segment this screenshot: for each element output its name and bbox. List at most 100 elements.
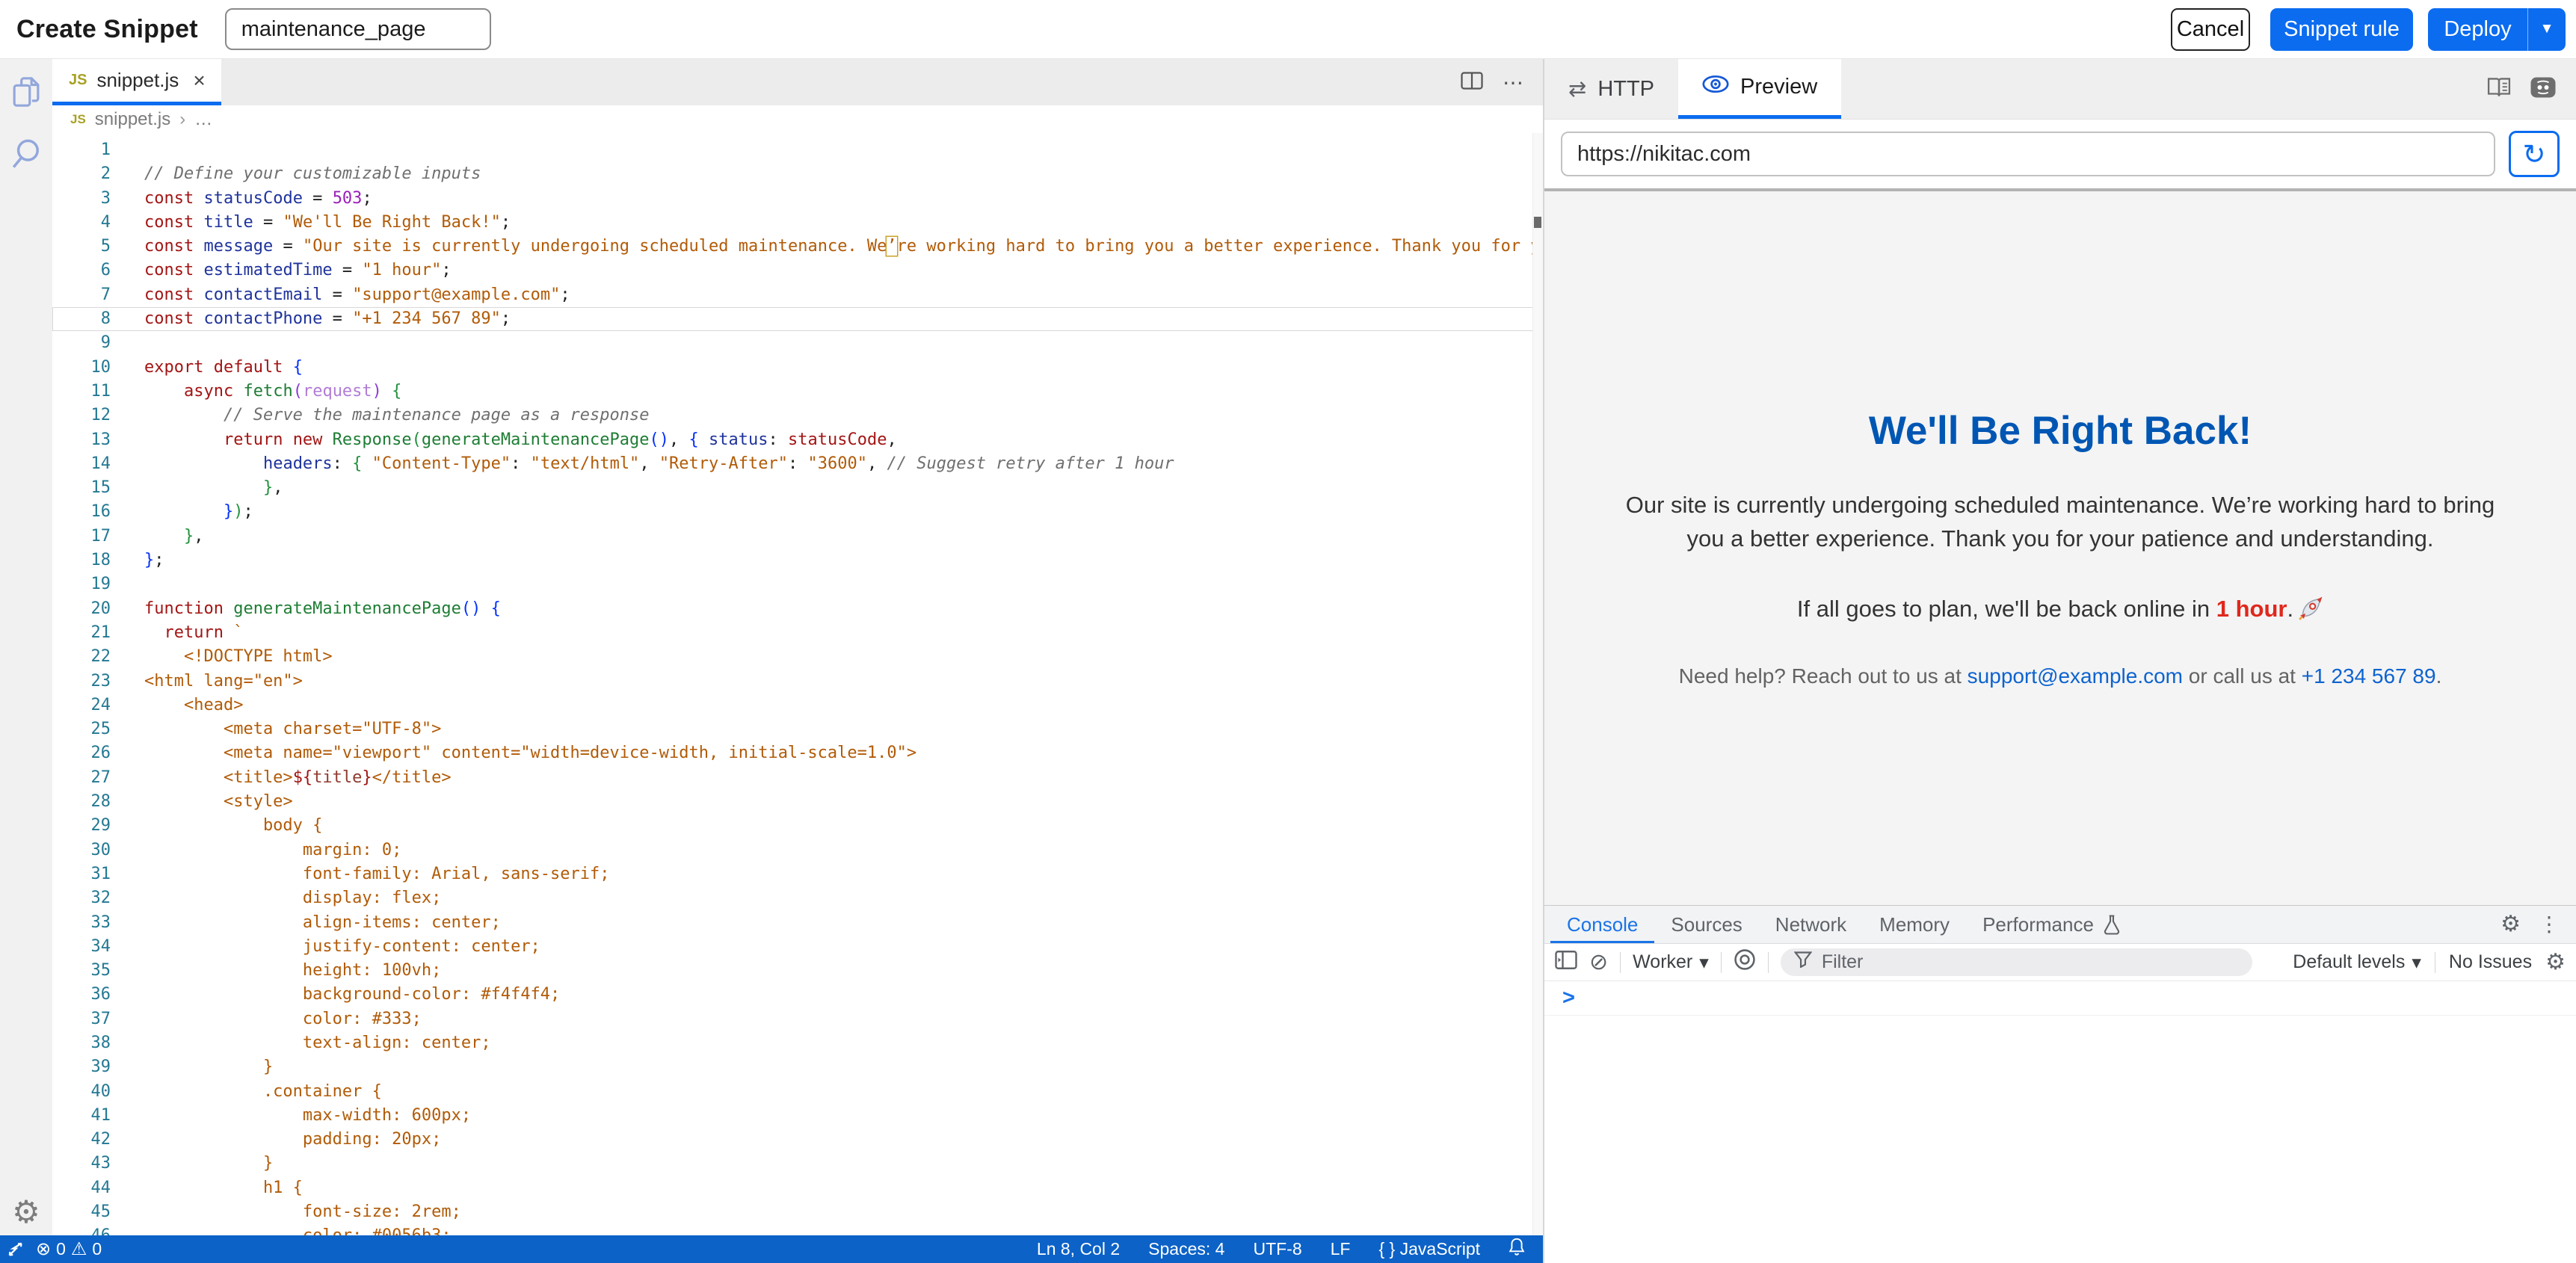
console-filter-input[interactable]: Filter: [1781, 948, 2252, 976]
code-line[interactable]: 31 font-family: Arial, sans-serif;: [52, 862, 1534, 886]
tab-http[interactable]: ⇄ HTTP: [1544, 59, 1678, 119]
clear-console-icon[interactable]: ⊘: [1589, 951, 1608, 974]
close-tab-icon[interactable]: ×: [193, 69, 205, 93]
editor-scrollbar[interactable]: [1532, 133, 1543, 1235]
code-line[interactable]: 18};: [52, 549, 1534, 572]
code-line[interactable]: 41 max-width: 600px;: [52, 1104, 1534, 1128]
language-mode[interactable]: { } JavaScript: [1378, 1239, 1480, 1259]
code-line[interactable]: 32 display: flex;: [52, 886, 1534, 910]
devtools-tab-network[interactable]: Network: [1759, 906, 1863, 943]
code-line[interactable]: 1: [52, 138, 1534, 162]
console-settings-gear-icon[interactable]: ⚙: [2545, 951, 2566, 974]
code-line[interactable]: 40 .container {: [52, 1080, 1534, 1104]
code-line[interactable]: 39 }: [52, 1055, 1534, 1079]
snippet-rule-button[interactable]: Snippet rule: [2270, 8, 2413, 51]
code-line[interactable]: 22 <!DOCTYPE html>: [52, 645, 1534, 669]
files-icon[interactable]: [0, 75, 52, 108]
code-line[interactable]: 33 align-items: center;: [52, 911, 1534, 935]
devtools-tab-memory[interactable]: Memory: [1863, 906, 1966, 943]
code-line[interactable]: 21 return `: [52, 621, 1534, 645]
code-line[interactable]: 28 <style>: [52, 790, 1534, 814]
code-line[interactable]: 2// Define your customizable inputs: [52, 162, 1534, 186]
console-sidebar-icon[interactable]: [1555, 950, 1577, 975]
live-expression-eye-icon[interactable]: [1734, 948, 1756, 976]
code-line[interactable]: 9: [52, 331, 1534, 355]
code-line[interactable]: 24 <head>: [52, 694, 1534, 717]
encoding[interactable]: UTF-8: [1253, 1239, 1301, 1259]
line-number: 3: [52, 187, 111, 211]
problems-indicator[interactable]: ⊗ 0 ⚠ 0: [36, 1239, 102, 1259]
deploy-dropdown-button[interactable]: ▼: [2528, 8, 2566, 51]
eol-sequence[interactable]: LF: [1331, 1239, 1351, 1259]
devtools-kebab-icon[interactable]: ⋮: [2539, 914, 2560, 935]
code-line[interactable]: 45 font-size: 2rem;: [52, 1200, 1534, 1224]
support-email-link[interactable]: support@example.com: [1968, 664, 2183, 688]
cancel-button[interactable]: Cancel: [2171, 8, 2250, 51]
code-line[interactable]: 42 padding: 20px;: [52, 1128, 1534, 1152]
code-line[interactable]: 8const contactPhone = "+1 234 567 89";: [52, 307, 1534, 331]
code-line[interactable]: 12 // Serve the maintenance page as a re…: [52, 404, 1534, 427]
code-line[interactable]: 29 body {: [52, 814, 1534, 838]
devtools-tab-sources[interactable]: Sources: [1654, 906, 1758, 943]
code-line[interactable]: 36 background-color: #f4f4f4;: [52, 983, 1534, 1007]
console-prompt[interactable]: >: [1544, 981, 2576, 1016]
code-line[interactable]: 23<html lang="en">: [52, 670, 1534, 694]
code-line[interactable]: 7const contactEmail = "support@example.c…: [52, 283, 1534, 307]
code-line[interactable]: 14 headers: { "Content-Type": "text/html…: [52, 452, 1534, 476]
code-line[interactable]: 27 <title>${title}</title>: [52, 766, 1534, 790]
code-line[interactable]: 25 <meta charset="UTF-8">: [52, 717, 1534, 741]
log-levels-dropdown[interactable]: Default levels▾: [2293, 951, 2421, 974]
more-actions-icon[interactable]: ⋯: [1503, 70, 1523, 95]
code-line[interactable]: 11 async fetch(request) {: [52, 380, 1534, 404]
line-number: 11: [52, 380, 111, 404]
docs-book-icon[interactable]: [2486, 76, 2512, 102]
code-line[interactable]: 46 color: #0056b3;: [52, 1224, 1534, 1235]
code-line[interactable]: 43 }: [52, 1152, 1534, 1176]
refresh-button[interactable]: ↻: [2509, 131, 2560, 177]
code-line[interactable]: 10export default {: [52, 356, 1534, 380]
code-line[interactable]: 19: [52, 572, 1534, 596]
discord-icon[interactable]: [2530, 76, 2557, 102]
code-line[interactable]: 34 justify-content: center;: [52, 935, 1534, 959]
code-line[interactable]: 16 });: [52, 500, 1534, 524]
devtools-tab-performance[interactable]: Performance: [1966, 906, 2137, 943]
code-line[interactable]: 15 },: [52, 476, 1534, 500]
preview-url-input[interactable]: [1561, 132, 2495, 176]
code-line[interactable]: 38 text-align: center;: [52, 1031, 1534, 1055]
code-line[interactable]: 26 <meta name="viewport" content="width=…: [52, 741, 1534, 765]
maintenance-contact: Need help? Reach out to us at support@ex…: [1563, 664, 2557, 688]
breadcrumb[interactable]: JS snippet.js › …: [52, 105, 1543, 133]
code-line[interactable]: 17 },: [52, 525, 1534, 549]
split-editor-icon[interactable]: [1461, 71, 1483, 94]
code-line[interactable]: 6const estimatedTime = "1 hour";: [52, 259, 1534, 282]
issues-counter[interactable]: No Issues: [2449, 951, 2532, 973]
breadcrumb-file[interactable]: snippet.js: [95, 109, 170, 130]
remote-indicator[interactable]: [7, 1241, 24, 1258]
tab-snippet-js[interactable]: JS snippet.js ×: [52, 59, 221, 105]
code-line[interactable]: 13 return new Response(generateMaintenan…: [52, 428, 1534, 452]
code-line[interactable]: 35 height: 100vh;: [52, 959, 1534, 983]
snippet-name-input[interactable]: [225, 8, 491, 50]
breadcrumb-more[interactable]: …: [194, 109, 212, 130]
deploy-button[interactable]: Deploy: [2428, 8, 2528, 51]
code-line[interactable]: 44 h1 {: [52, 1176, 1534, 1200]
code-line[interactable]: 5const message = "Our site is currently …: [52, 235, 1534, 259]
execution-context-selector[interactable]: Worker▾: [1633, 951, 1709, 974]
code-editor[interactable]: 12// Define your customizable inputs3con…: [52, 133, 1543, 1235]
devtools-tab-console[interactable]: Console: [1550, 906, 1654, 943]
cursor-position[interactable]: Ln 8, Col 2: [1037, 1239, 1120, 1259]
code-line[interactable]: 3const statusCode = 503;: [52, 187, 1534, 211]
main-split: ⚙ JS snippet.js × ⋯: [0, 59, 2576, 1263]
notifications-bell-icon[interactable]: [1509, 1238, 1525, 1261]
code-line[interactable]: 30 margin: 0;: [52, 839, 1534, 862]
phone-link[interactable]: +1 234 567 89: [2302, 664, 2436, 688]
code-line[interactable]: 4const title = "We'll Be Right Back!";: [52, 211, 1534, 235]
devtools-settings-gear-icon[interactable]: ⚙: [2500, 913, 2521, 936]
console-output-area[interactable]: [1544, 1016, 2576, 1263]
tab-preview[interactable]: Preview: [1678, 59, 1841, 119]
code-line[interactable]: 37 color: #333;: [52, 1007, 1534, 1031]
code-line[interactable]: 20function generateMaintenancePage() {: [52, 597, 1534, 621]
settings-gear-icon[interactable]: ⚙: [0, 1196, 52, 1228]
indentation[interactable]: Spaces: 4: [1148, 1239, 1224, 1259]
search-icon[interactable]: [0, 138, 52, 170]
